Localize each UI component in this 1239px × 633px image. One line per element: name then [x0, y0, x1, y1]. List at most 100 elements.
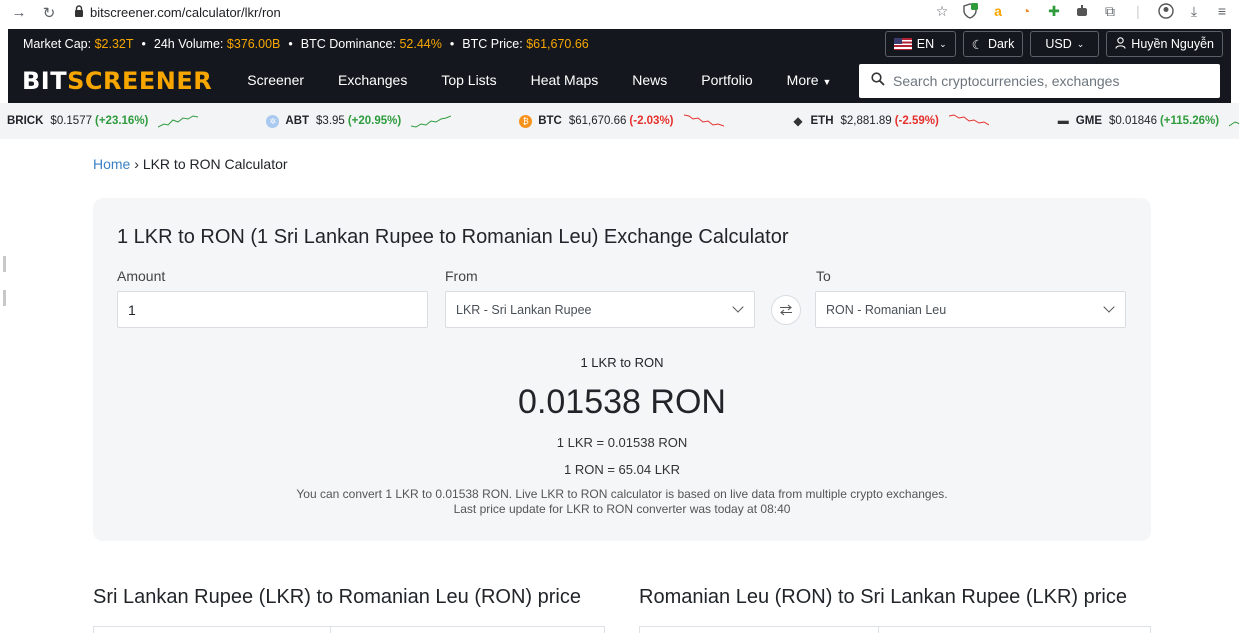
search-placeholder: Search cryptocurrencies, exchanges — [893, 73, 1120, 89]
from-currency-select[interactable]: LKR - Sri Lankan Rupee — [445, 291, 755, 328]
puzzle-extensions-icon[interactable]: ⧉ — [1101, 2, 1119, 20]
ticker-item[interactable]: ₿ BTC $61,670.66 (-2.03%) — [519, 113, 724, 129]
menu-icon[interactable]: ≡ — [1213, 2, 1231, 20]
bitscreener-logo[interactable]: BITSCREENER — [22, 67, 212, 95]
conversion-result: 0.01538 RON — [518, 383, 726, 421]
browser-toolbar: → ↻ bitscreener.com/calculator/lkr/ron ☆… — [0, 0, 1239, 25]
reverse-rate: 1 RON = 65.04 LKR — [564, 462, 680, 477]
lock-icon[interactable] — [74, 5, 84, 20]
search-input[interactable]: Search cryptocurrencies, exchanges — [859, 64, 1220, 98]
amount-value: 1 — [128, 301, 136, 318]
stat-separator: • — [449, 37, 455, 51]
btc-price-label: BTC Price: — [462, 37, 523, 51]
dominance-label: BTC Dominance: — [300, 37, 396, 51]
user-name: Huyền Nguyễn — [1131, 37, 1214, 51]
logo-part-creener: CREENER — [84, 67, 213, 95]
address-bar[interactable]: bitscreener.com/calculator/lkr/ron — [90, 5, 281, 20]
shield-extension-icon[interactable] — [961, 2, 979, 20]
from-currency-value: LKR - Sri Lankan Rupee — [456, 302, 592, 317]
to-currency-value: RON - Romanian Leu — [826, 302, 947, 317]
market-cap-stat: Market Cap: $2.32T — [23, 37, 134, 51]
ron-to-lkr-table — [639, 626, 1151, 633]
nav-item-top-lists[interactable]: Top Lists — [424, 58, 513, 104]
calculator-card: 1 LKR to RON (1 Sri Lankan Rupee to Roma… — [93, 198, 1151, 541]
profile-icon[interactable] — [1157, 2, 1175, 20]
ticker-symbol: BRICK — [7, 115, 44, 127]
ticker-price: $3.95 — [316, 115, 345, 127]
logo-part-bit: BIT — [22, 67, 68, 95]
result-subtitle: 1 LKR to RON — [580, 355, 664, 370]
reload-icon[interactable]: ↻ — [38, 2, 60, 24]
btc-coin-icon: ₿ — [519, 114, 533, 128]
logo-part-s: S — [67, 67, 85, 95]
toolbar-divider: | — [1136, 3, 1140, 19]
eth-coin-icon: ◆ — [793, 114, 803, 128]
nav-more-label: More — [786, 72, 819, 88]
chevron-down-icon: ⌄ — [1076, 38, 1085, 49]
table-column-divider — [330, 627, 331, 633]
theme-toggle[interactable]: ☾ Dark — [962, 31, 1024, 57]
currency-label: USD — [1045, 37, 1072, 51]
breadcrumb: Home › LKR to RON Calculator — [93, 156, 288, 172]
ticker-item[interactable]: ◆ ETH $2,881.89 (-2.59%) — [792, 113, 989, 129]
sparkline-up — [1229, 121, 1239, 127]
nav-item-news[interactable]: News — [615, 58, 684, 104]
bookmark-star-icon[interactable]: ☆ — [933, 2, 951, 20]
breadcrumb-home-link[interactable]: Home — [93, 156, 130, 172]
calculator-title: 1 LKR to RON (1 Sri Lankan Rupee to Roma… — [117, 226, 789, 248]
from-label: From — [445, 268, 478, 284]
nav-item-heat-maps[interactable]: Heat Maps — [514, 58, 616, 104]
amount-input[interactable]: 1 — [117, 291, 428, 328]
language-label: EN — [916, 37, 935, 51]
main-navigation: BITSCREENER Screener Exchanges Top Lists… — [8, 59, 1231, 103]
nav-item-portfolio[interactable]: Portfolio — [684, 58, 769, 104]
headphones-extension-icon[interactable]: ◔ — [1017, 2, 1035, 20]
ticker-item[interactable]: ✲ ABT $3.95 (+20.95%) — [266, 113, 452, 129]
ticker-change: (+23.16%) — [95, 115, 149, 127]
ticker-symbol: ABT — [285, 115, 310, 127]
ticker-item[interactable]: ▬ GME $0.01846 (+115.26%) — [1057, 113, 1239, 129]
to-currency-select[interactable]: RON - Romanian Leu — [815, 291, 1126, 328]
amazon-extension-icon[interactable]: a — [989, 2, 1007, 20]
conversion-note-line: You can convert 1 LKR to 0.01538 RON. Li… — [296, 487, 948, 501]
volume-label: 24h Volume: — [153, 37, 224, 51]
abt-coin-icon: ✲ — [266, 114, 280, 128]
plus-extension-icon[interactable]: ✚ — [1045, 2, 1063, 20]
ticker-change: (-2.59%) — [894, 115, 939, 127]
theme-label: Dark — [987, 37, 1015, 51]
ticker-price: $2,881.89 — [840, 115, 892, 127]
table-column-divider — [878, 627, 879, 633]
ticker-price: $0.01846 — [1109, 115, 1157, 127]
user-menu[interactable]: Huyền Nguyễn — [1106, 31, 1223, 57]
ron-to-lkr-section-title: Romanian Leu (RON) to Sri Lankan Rupee (… — [639, 586, 1127, 608]
scroll-handle-mark — [3, 256, 6, 272]
caret-down-icon: ▼ — [822, 77, 832, 87]
sparkline-down — [683, 114, 724, 127]
lkr-to-ron-section-title: Sri Lankan Rupee (LKR) to Romanian Leu (… — [93, 586, 581, 608]
nav-item-more[interactable]: More ▼ — [770, 58, 849, 104]
back-arrow-icon[interactable]: → — [8, 2, 30, 24]
language-select[interactable]: EN ⌄ — [884, 31, 956, 57]
currency-select[interactable]: USD ⌄ — [1030, 31, 1100, 57]
ticker-price: $61,670.66 — [568, 115, 627, 127]
ticker-item[interactable]: BRICK $0.1577 (+23.16%) — [7, 113, 199, 129]
user-icon — [1115, 36, 1126, 52]
swap-currencies-button[interactable] — [771, 295, 801, 325]
ticker-change: (+20.95%) — [347, 115, 402, 127]
ticker-price: $0.1577 — [50, 115, 92, 127]
market-stats-bar: Market Cap: $2.32T • 24h Volume: $376.00… — [8, 29, 1231, 59]
robot-extension-icon[interactable] — [1073, 2, 1091, 20]
dominance-value: 52.44% — [399, 37, 442, 51]
volume-value: $376.00B — [226, 37, 281, 51]
nav-item-exchanges[interactable]: Exchanges — [321, 58, 424, 104]
market-cap-label: Market Cap: — [23, 37, 92, 51]
swap-arrows-icon — [780, 304, 792, 316]
breadcrumb-separator: › — [134, 156, 139, 172]
last-update-note: Last price update for LKR to RON convert… — [453, 502, 791, 516]
lkr-to-ron-table — [93, 626, 605, 633]
download-icon[interactable]: ⤓ — [1185, 2, 1203, 20]
nav-item-screener[interactable]: Screener — [230, 58, 321, 104]
ticker-change: (-2.03%) — [629, 115, 674, 127]
stat-separator: • — [141, 37, 146, 51]
breadcrumb-current: LKR to RON Calculator — [142, 156, 288, 172]
